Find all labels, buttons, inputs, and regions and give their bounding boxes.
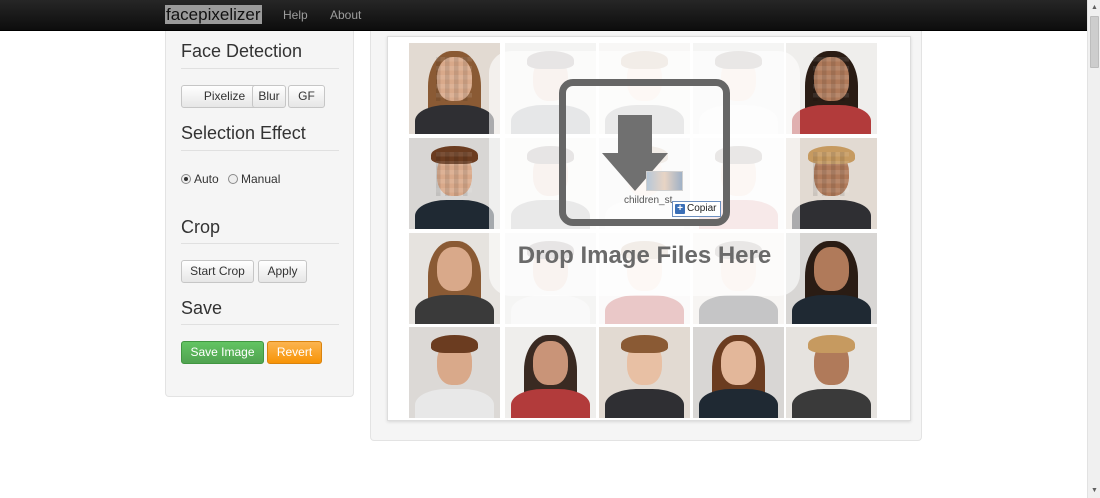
radio-auto-label: Auto xyxy=(194,172,219,186)
radio-manual[interactable]: Manual xyxy=(228,172,280,186)
start-crop-button[interactable]: Start Crop xyxy=(181,260,254,283)
crop-title: Crop xyxy=(181,217,221,237)
tools-sidebar: Face Detection Pixelize Blur GF Selectio… xyxy=(165,31,354,397)
top-navbar: facepixelizer Help About xyxy=(0,0,1087,31)
page-scrollbar[interactable]: ▲ ▼ xyxy=(1087,0,1100,498)
scroll-up-icon[interactable]: ▲ xyxy=(1088,0,1100,15)
divider xyxy=(181,243,339,244)
divider xyxy=(181,68,339,69)
portrait-photo xyxy=(786,327,877,418)
nav-link-help[interactable]: Help xyxy=(283,8,308,22)
radio-manual-label: Manual xyxy=(241,172,281,186)
radio-selected-icon[interactable] xyxy=(181,174,191,184)
selection-effect-title: Selection Effect xyxy=(181,123,306,143)
portrait-photo xyxy=(409,327,500,418)
drop-arrow-icon xyxy=(618,115,652,155)
nav-link-about[interactable]: About xyxy=(330,8,361,22)
radio-unselected-icon[interactable] xyxy=(228,174,238,184)
portrait-photo xyxy=(409,43,500,134)
divider xyxy=(181,324,339,325)
brand-logo[interactable]: facepixelizer xyxy=(165,5,262,24)
portrait-photo xyxy=(599,327,690,418)
portrait-photo xyxy=(409,138,500,229)
save-image-button[interactable]: Save Image xyxy=(181,341,264,364)
plus-icon: + xyxy=(675,204,685,214)
radio-auto[interactable]: Auto xyxy=(181,172,219,186)
drop-files-label: Drop Image Files Here xyxy=(517,242,772,269)
portrait-photo xyxy=(505,327,596,418)
revert-button[interactable]: Revert xyxy=(267,341,322,364)
dragged-file-name: children_st xyxy=(624,195,673,206)
copy-tooltip: + Copiar xyxy=(672,201,722,217)
face-detection-title: Face Detection xyxy=(181,41,303,61)
portrait-photo xyxy=(693,327,784,418)
apply-crop-button[interactable]: Apply xyxy=(258,260,307,283)
dragged-image-thumbnail xyxy=(646,171,683,191)
gf-button[interactable]: GF xyxy=(288,85,325,108)
scroll-down-icon[interactable]: ▼ xyxy=(1088,483,1100,498)
copy-tooltip-label: Copiar xyxy=(687,203,717,214)
scrollbar-thumb[interactable] xyxy=(1090,16,1099,68)
portrait-photo xyxy=(409,233,500,324)
divider xyxy=(181,150,339,151)
save-title: Save xyxy=(181,298,223,318)
blur-button[interactable]: Blur xyxy=(252,85,286,108)
image-canvas[interactable]: Drop Image Files Here children_st + Copia… xyxy=(387,36,911,421)
